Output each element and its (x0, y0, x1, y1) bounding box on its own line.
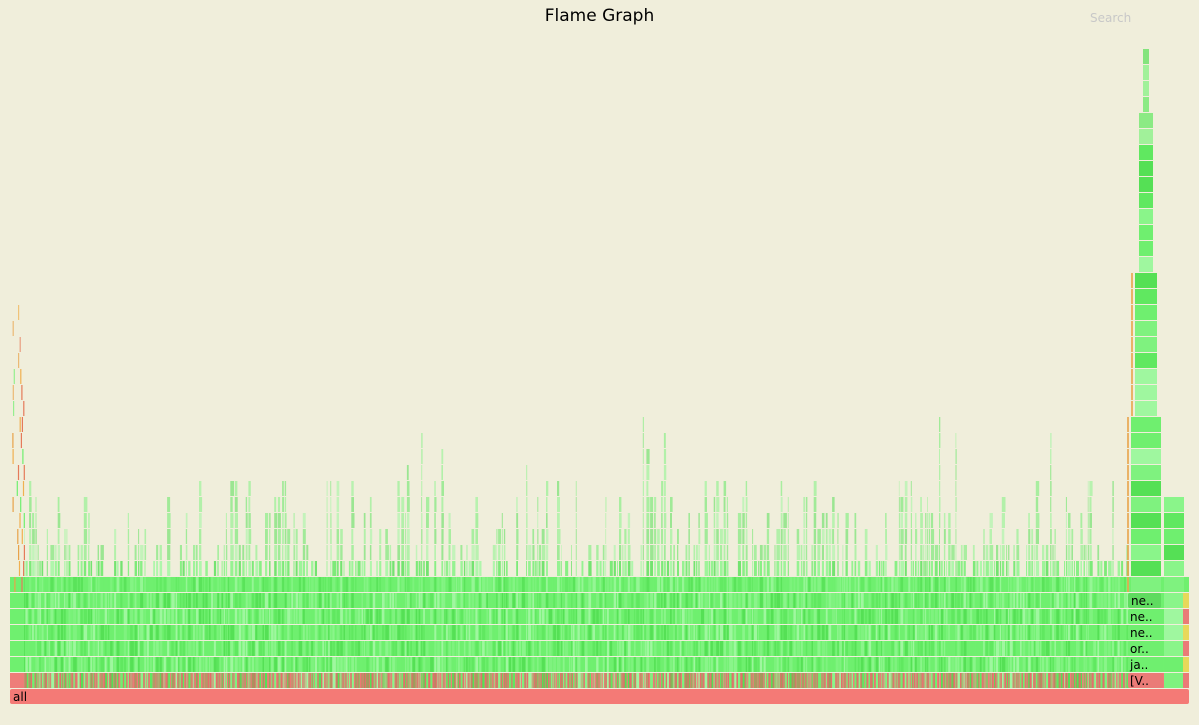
frame-vm-thread[interactable]: [V.. (1128, 673, 1163, 688)
frame-label: ne.. (1131, 594, 1154, 608)
frame-ne-3[interactable]: ne.. (1128, 593, 1161, 608)
flame-stack-background (10, 49, 1189, 688)
frame-java[interactable]: ja.. (1128, 657, 1163, 672)
frame-ne-2[interactable]: ne.. (1128, 609, 1163, 624)
frame-label: or.. (1130, 642, 1149, 656)
frame-label: ne.. (1130, 610, 1153, 624)
flame-graph-canvas[interactable]: all [V.. ja.. or.. ne.. ne.. ne.. (0, 0, 1199, 725)
frame-ne-1[interactable]: ne.. (1128, 625, 1163, 640)
frame-root[interactable]: all (10, 689, 1189, 704)
frame-label: ne.. (1130, 626, 1153, 640)
frame-org[interactable]: or.. (1128, 641, 1163, 656)
frame-label: ja.. (1129, 658, 1148, 672)
frame-label: [V.. (1130, 674, 1149, 688)
frame-root-label: all (13, 690, 27, 704)
